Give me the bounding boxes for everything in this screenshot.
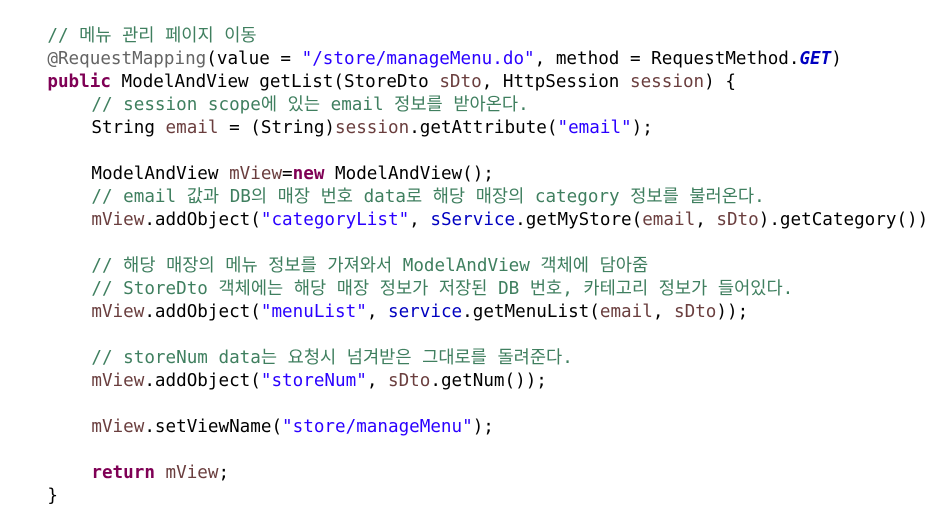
variable-token: sDto <box>674 302 717 322</box>
code-token: , <box>652 302 675 322</box>
variable-token: email <box>642 210 696 230</box>
string-literal: "categoryList" <box>260 210 410 230</box>
code-line-18: mView.setViewName("store/manageMenu"); <box>5 393 494 437</box>
closing-brace: } <box>47 486 58 506</box>
string-literal: "email" <box>557 118 632 138</box>
code-line-16: mView.addObject("storeNum", sDto.getNum(… <box>5 347 547 391</box>
variable-token: sDto <box>388 371 431 391</box>
keyword-token: return <box>91 463 155 483</box>
code-token: String <box>91 118 166 138</box>
field-token: sService <box>430 210 516 230</box>
code-line-1: // 메뉴 관리 페이지 이동 <box>5 2 256 46</box>
code-token: , <box>366 302 388 322</box>
code-token: .getMyStore( <box>515 210 643 230</box>
code-token: ; <box>218 463 230 483</box>
code-token: ).getCategory()); <box>758 210 931 230</box>
static-field-token: GET <box>799 49 832 69</box>
string-literal: "store/manageMenu" <box>282 417 473 437</box>
variable-token: mView <box>91 302 145 322</box>
variable-token: mView <box>91 210 145 230</box>
code-line-4: // session scope에 있는 email 정보를 받아온다. <box>5 71 528 115</box>
code-token: .addObject( <box>144 371 261 391</box>
code-token: = (String) <box>218 118 336 138</box>
variable-token: mView <box>91 371 145 391</box>
code-line-21: } <box>5 462 58 506</box>
code-line-13: mView.addObject("menuList", service.getM… <box>5 278 748 322</box>
code-token: .getAttribute( <box>409 118 558 138</box>
string-literal: "storeNum" <box>260 371 367 391</box>
code-line-20: return mView; <box>5 439 229 483</box>
code-line-3: public ModelAndView getList(StoreDto sDt… <box>5 48 736 92</box>
code-line-9: mView.addObject("categoryList", sService… <box>5 186 931 230</box>
code-token: .getNum()); <box>430 371 547 391</box>
code-token: )); <box>716 302 749 322</box>
code-line-5: String email = (String)session.getAttrib… <box>5 94 652 138</box>
code-line-2: @RequestMapping(value = "/store/manageMe… <box>5 25 841 69</box>
code-token: , <box>409 210 431 230</box>
code-line-12: // StoreDto 객체에는 해당 매장 정보가 저장된 DB 번호, 카테… <box>5 255 793 299</box>
code-token: .setViewName( <box>144 417 283 437</box>
variable-token: mView <box>91 417 145 437</box>
code-token: .getMenuList( <box>462 302 600 322</box>
code-line-15: // storeNum data는 요청시 넘겨받은 그대로를 돌려준다. <box>5 324 572 368</box>
code-line-7: ModelAndView mView=new ModelAndView(); <box>5 140 494 184</box>
variable-token: session <box>629 72 705 92</box>
code-token: ); <box>631 118 653 138</box>
code-token: ); <box>472 417 494 437</box>
code-token: , <box>695 210 717 230</box>
code-token: ) <box>831 49 842 69</box>
code-editor[interactable]: // 메뉴 관리 페이지 이동 @RequestMapping(value = … <box>0 0 931 506</box>
code-line-8: // email 값과 DB의 매장 번호 data로 해당 매장의 categ… <box>5 163 764 207</box>
variable-token: email <box>599 302 653 322</box>
code-token: , <box>366 371 388 391</box>
code-line-11: // 해당 매장의 메뉴 정보를 가져와서 ModelAndView 객체에 담… <box>5 232 648 276</box>
field-token: service <box>388 302 463 322</box>
code-token: .addObject( <box>144 302 261 322</box>
variable-token: sDto <box>716 210 759 230</box>
code-token: ) { <box>704 72 736 92</box>
variable-token: mView <box>165 463 219 483</box>
variable-token: email <box>165 118 219 138</box>
code-token: .addObject( <box>144 210 261 230</box>
string-literal: "menuList" <box>260 302 367 322</box>
variable-token: session <box>335 118 410 138</box>
